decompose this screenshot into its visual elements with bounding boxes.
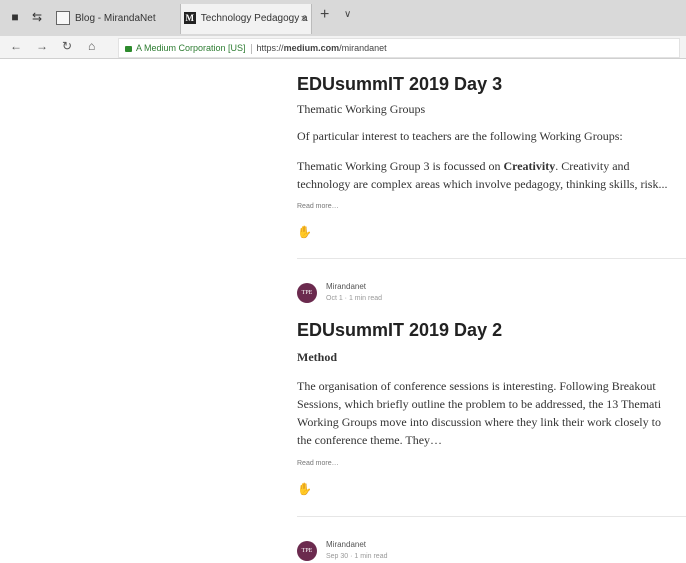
address-field[interactable]: A Medium Corporation [US] https://medium.… xyxy=(118,38,680,58)
post-line-day2-1: The organisation of conference sessions … xyxy=(297,379,656,393)
post-paragraph-day3-intro: Of particular interest to teachers are t… xyxy=(297,129,623,143)
clap-icon[interactable]: ✋ xyxy=(297,482,312,496)
url-domain: medium.com xyxy=(283,43,340,53)
navigation-bar: ← → ↻ ⌂ A Medium Corporation [US] https:/… xyxy=(0,36,686,59)
tab-label: Blog - MirandaNet xyxy=(75,13,156,24)
clap-icon[interactable]: ✋ xyxy=(297,225,312,239)
author-name[interactable]: Mirandanet xyxy=(326,540,366,549)
author-avatar[interactable]: TPE xyxy=(297,283,317,303)
tab-preview-icon[interactable]: ⇆ xyxy=(30,10,44,24)
post-line-day2-2: Sessions, which briefly outline the prob… xyxy=(297,397,662,411)
text-run: . Creativity and xyxy=(555,159,630,173)
refresh-icon[interactable]: ↻ xyxy=(62,39,72,53)
close-tab-icon[interactable]: × xyxy=(301,4,307,34)
post-line-day2-3: Working Groups move into discussion wher… xyxy=(297,415,661,429)
tab-bar: ■ ⇆ Blog - MirandaNet M Technology Pedago… xyxy=(0,0,686,36)
post-divider xyxy=(297,258,686,259)
secure-site-label: A Medium Corporation [US] xyxy=(136,43,246,53)
lock-icon xyxy=(125,45,132,52)
forward-arrow-icon[interactable]: → xyxy=(36,39,48,53)
post-meta: Oct 1 · 1 min read xyxy=(326,295,383,302)
tab-label: Technology Pedagogy a xyxy=(200,13,308,24)
post-paragraph-day3-line2: technology are complex areas which invol… xyxy=(297,177,668,191)
read-more-link-day2[interactable]: Read more… xyxy=(297,460,339,467)
post-title-day3[interactable]: EDUsummIT 2019 Day 3 xyxy=(297,74,502,95)
post-title-day2[interactable]: EDUsummIT 2019 Day 2 xyxy=(297,320,502,341)
tab-blog-mirandanet[interactable]: Blog - MirandaNet xyxy=(56,4,176,34)
post-meta: Sep 30 · 1 min read xyxy=(326,553,388,560)
read-more-link-day3[interactable]: Read more… xyxy=(297,203,339,210)
post-subtitle-day3: Thematic Working Groups xyxy=(297,102,426,116)
post-paragraph-day3-creativity: Thematic Working Group 3 is focussed on … xyxy=(297,157,686,175)
post-subtitle-day2: Method xyxy=(297,350,337,364)
author-avatar[interactable]: TPE xyxy=(297,541,317,561)
tab-list-chevron-icon[interactable]: ∨ xyxy=(344,9,351,20)
url-path: /mirandanet xyxy=(339,43,387,53)
author-name[interactable]: Mirandanet xyxy=(326,282,366,291)
new-tab-icon[interactable]: + xyxy=(320,6,329,24)
post-divider xyxy=(297,516,686,517)
home-icon[interactable]: ⌂ xyxy=(88,39,95,53)
window-menu-icon[interactable]: ■ xyxy=(8,10,22,24)
url-prefix: https:// xyxy=(256,43,284,53)
blog-favicon-icon xyxy=(56,11,70,26)
bold-text-creativity: Creativity xyxy=(503,159,556,173)
address-separator xyxy=(250,43,252,54)
tab-technology-pedagogy[interactable]: M Technology Pedagogy a × xyxy=(180,4,312,34)
back-arrow-icon[interactable]: ← xyxy=(10,39,22,53)
post-line-day2-4: the conference theme. They… xyxy=(297,433,443,447)
medium-favicon-icon: M xyxy=(183,12,196,25)
text-run: Thematic Working Group 3 is focussed on xyxy=(297,159,504,173)
